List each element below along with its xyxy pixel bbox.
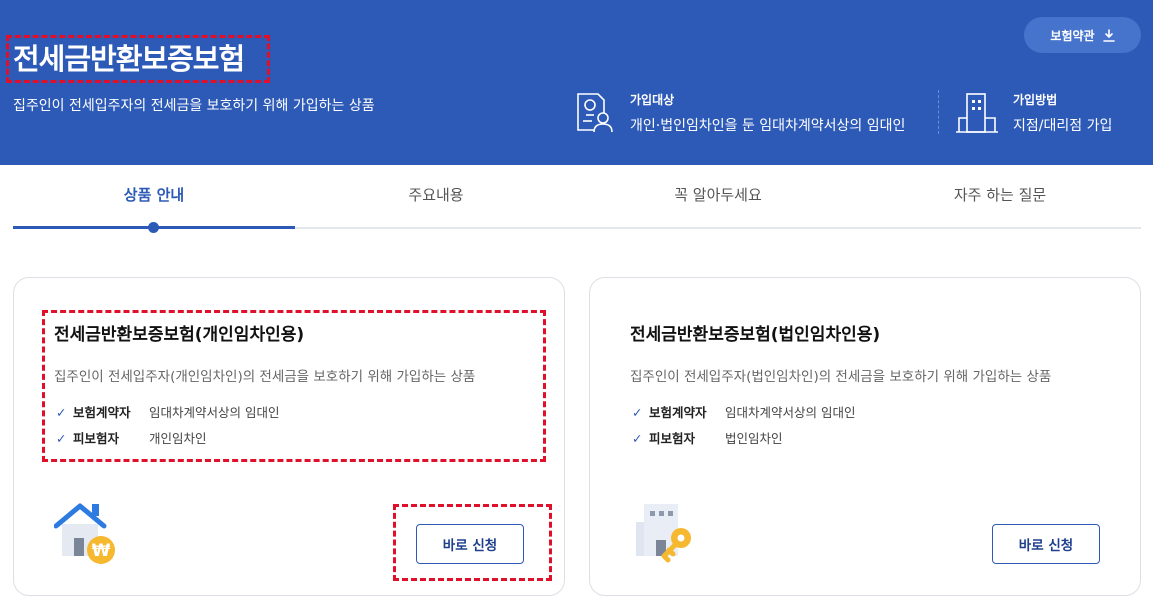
- house-won-icon: ₩: [54, 503, 115, 564]
- apply-button-highlight-box: [393, 504, 552, 581]
- page-subtitle: 집주인이 전세입주자의 전세금을 보호하기 위해 가입하는 상품: [13, 98, 375, 114]
- policyholder-label: 보험계약자: [649, 405, 707, 420]
- tab-must-know[interactable]: 꼭 알아두세요: [577, 165, 859, 227]
- tab-product-info[interactable]: 상품 안내: [13, 165, 295, 227]
- apply-button[interactable]: 바로 신청: [992, 524, 1100, 564]
- product-card-individual: 전세금반환보증보험(개인임차인용) 집주인이 전세입주자(개인임차인)의 전세금…: [13, 277, 565, 596]
- policyholder-row: ✓ 보험계약자 임대차계약서상의 임대인: [632, 402, 855, 421]
- terms-button-label: 보험약관: [1050, 28, 1095, 43]
- insured-value: 법인임차인: [725, 431, 783, 446]
- join-target-value: 개인·법인임차인을 둔 임대차계약서상의 임대인: [630, 118, 906, 134]
- policyholder-value: 임대차계약서상의 임대인: [725, 405, 856, 420]
- card-info-highlight-box: [42, 310, 546, 462]
- insured-label: 피보험자: [649, 431, 696, 446]
- join-method-label: 가입방법: [1013, 93, 1058, 107]
- tab-bar: 상품 안내 주요내용 꼭 알아두세요 자주 하는 질문: [13, 165, 1141, 233]
- active-tab-dot: [148, 222, 159, 233]
- building-key-icon: [636, 504, 691, 563]
- download-icon: [1102, 28, 1115, 42]
- join-target-label: 가입대상: [630, 93, 675, 107]
- product-card-corporate: 전세금반환보증보험(법인임차인용) 집주인이 전세입주자(법인임차인)의 전세금…: [589, 277, 1141, 596]
- check-icon: ✓: [632, 405, 643, 420]
- join-method-value: 지점/대리점 가입: [1013, 118, 1113, 134]
- tab-faq[interactable]: 자주 하는 질문: [859, 165, 1141, 227]
- title-highlight-box: [6, 35, 270, 83]
- insured-row: ✓ 피보험자 법인임차인: [632, 428, 783, 447]
- card-title: 전세금반환보증보험(법인임차인용): [630, 325, 881, 345]
- info-divider: [938, 90, 939, 134]
- terms-button[interactable]: 보험약관: [1024, 17, 1141, 53]
- tab-main-content[interactable]: 주요내용: [295, 165, 577, 227]
- building-icon: [956, 93, 998, 133]
- check-icon: ✓: [632, 431, 643, 446]
- card-description: 집주인이 전세입주자(법인임차인)의 전세금을 보호하기 위해 가입하는 상품: [630, 369, 1052, 385]
- document-person-icon: [577, 93, 613, 133]
- svg-text:₩: ₩: [92, 541, 111, 561]
- hero-banner: 전세금반환보증보험 집주인이 전세입주자의 전세금을 보호하기 위해 가입하는 …: [0, 0, 1153, 165]
